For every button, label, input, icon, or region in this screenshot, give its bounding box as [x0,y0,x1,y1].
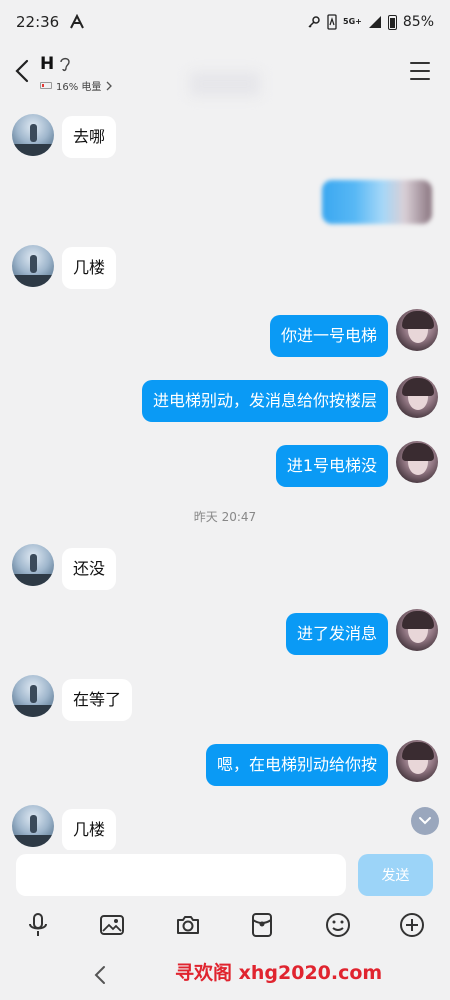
watermark: 寻欢阁 xhg2020.com [175,962,383,984]
more-button[interactable] [398,911,426,939]
contact-avatar[interactable] [12,805,54,847]
contact-name[interactable]: H [40,54,54,74]
camera-icon [177,916,199,934]
network-type: 5G+ [343,17,362,26]
message-bubble-sent[interactable]: 你进一号电梯 [269,315,388,357]
image-icon [100,915,124,935]
status-bar: 22:36 5G+ 85% [0,0,450,44]
status-time: 22:36 [16,13,60,31]
my-avatar[interactable] [396,376,438,418]
nav-back-icon[interactable] [90,964,110,986]
message-bubble-received[interactable]: 还没 [62,548,117,590]
message-bubble-received[interactable]: 在等了 [62,679,133,721]
contact-avatar[interactable] [12,544,54,586]
scroll-to-bottom-button[interactable] [411,807,439,835]
message-bubble-sent[interactable]: 进电梯别动，发消息给你按楼层 [141,380,388,422]
battery-icon [387,14,397,30]
my-avatar[interactable] [396,609,438,651]
my-avatar[interactable] [396,740,438,782]
message-bubble-received[interactable]: 几楼 [62,247,117,289]
message-bubble-sent-blurred[interactable] [322,180,432,224]
emoji-button[interactable] [324,911,352,939]
app-notification-icon [70,14,85,29]
chevron-right-icon [106,81,113,90]
low-battery-icon [40,82,52,89]
my-avatar[interactable] [396,441,438,483]
message-bubble-sent[interactable]: 进了发消息 [285,613,388,655]
contact-avatar[interactable] [12,245,54,287]
chat-area[interactable]: 去哪 几楼 你进一号电梯 进电梯别动，发消息给你按楼层 进1号电梯没 昨天 20… [0,100,450,851]
signal-icon [368,16,381,28]
battery-percent: 85% [402,14,434,30]
key-icon [308,16,320,28]
voice-button[interactable] [24,911,52,939]
message-bubble-sent[interactable]: 嗯，在电梯别动给你按 [205,744,388,786]
plus-circle-icon [400,913,424,937]
contact-battery-label: 16% 电量 [56,82,102,93]
blurred-region [190,72,260,96]
ear-icon [60,57,70,72]
smiley-icon [326,913,350,937]
send-button[interactable]: 发送 [358,854,433,896]
menu-line [410,62,430,64]
message-input-bar: 发送 [0,850,450,902]
microphone-icon [29,913,47,936]
camera-button[interactable] [174,911,202,939]
red-packet-button[interactable] [248,911,276,939]
sim-icon [327,14,337,30]
menu-line [410,78,430,80]
image-button[interactable] [98,911,126,939]
input-toolbar [0,905,450,945]
message-timestamp: 昨天 20:47 [193,510,257,524]
contact-avatar[interactable] [12,675,54,717]
red-packet-icon [252,913,272,937]
chevron-down-icon [419,817,431,825]
message-input[interactable] [16,854,346,896]
menu-button[interactable] [410,62,430,80]
chevron-left-icon [15,59,29,83]
my-avatar[interactable] [396,309,438,351]
contact-avatar[interactable] [12,114,54,156]
menu-line [410,70,430,72]
back-button[interactable] [10,56,34,86]
message-bubble-received[interactable]: 去哪 [62,116,117,158]
message-bubble-sent[interactable]: 进1号电梯没 [275,445,388,487]
contact-battery-status[interactable]: 16% 电量 [40,78,113,93]
message-bubble-received[interactable]: 几楼 [62,809,117,851]
